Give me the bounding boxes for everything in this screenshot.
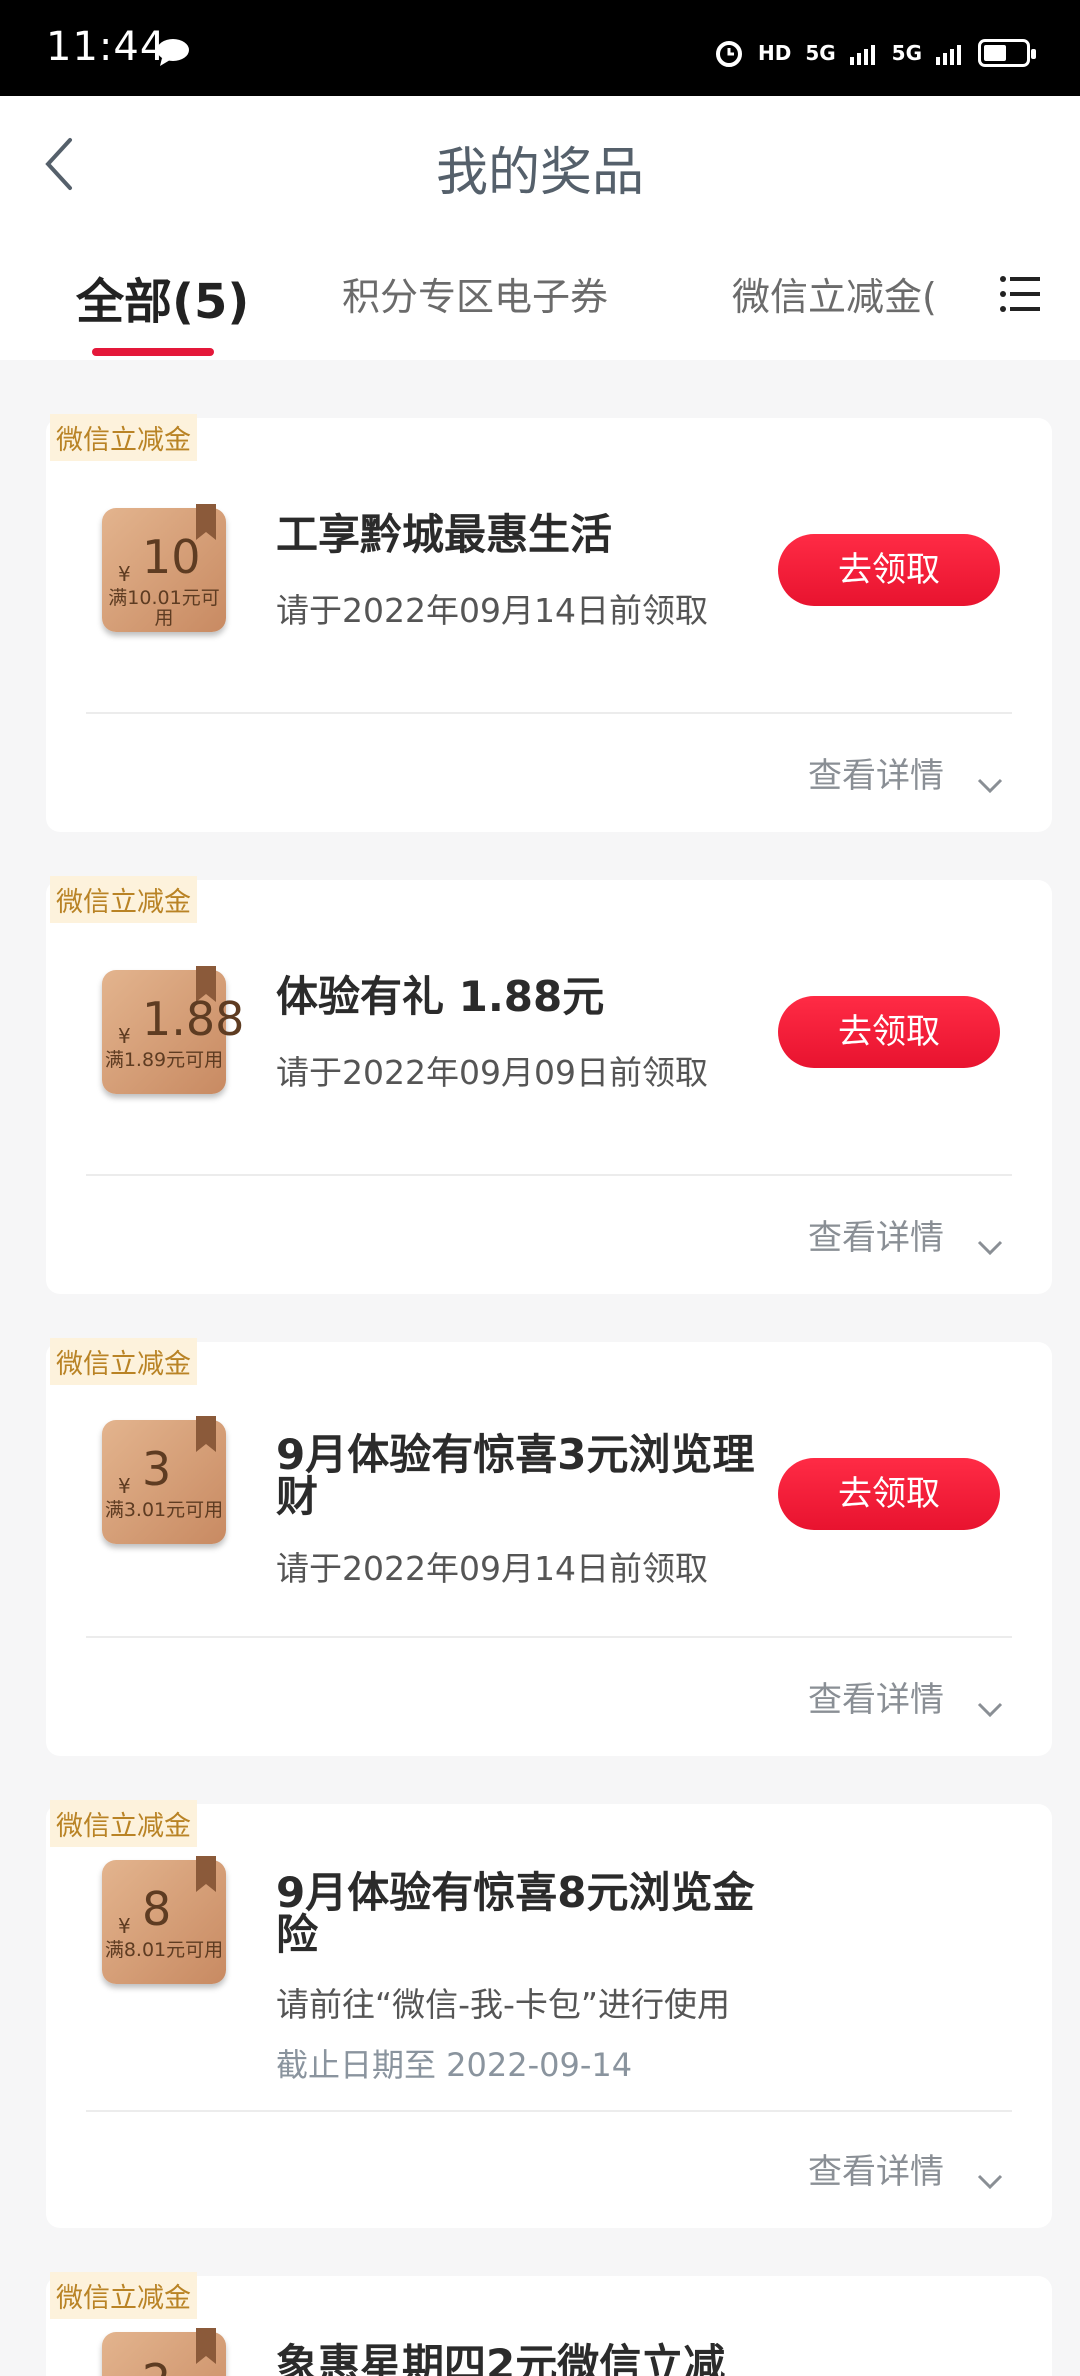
prize-card: 微信立减金 ¥ 1.88 满1.89元可用 体验有礼 1.88元 请于2022年…	[46, 876, 1052, 1294]
prize-title: 象惠星期四2元微信立减	[276, 2340, 726, 2376]
card-divider	[86, 1636, 1012, 1638]
tab-wechat-discount[interactable]: 微信立减金(	[732, 266, 938, 321]
coupon-condition: 满10.01元可用	[108, 587, 220, 629]
status-icons: HD 5G 5G	[714, 36, 1036, 70]
signal-5g-icon: 5G	[805, 41, 836, 65]
coupon-amount: 8	[142, 1882, 172, 1936]
chevron-down-icon[interactable]	[976, 2172, 1004, 2192]
alarm-icon	[715, 41, 742, 67]
category-tag: 微信立减金	[50, 1338, 197, 1385]
card-divider	[86, 712, 1012, 714]
prize-title: 体验有礼 1.88元	[276, 972, 605, 1021]
view-details-link[interactable]: 查看详情	[808, 1210, 944, 1259]
battery-icon	[978, 39, 1036, 67]
coupon-condition: 满3.01元可用	[104, 1499, 224, 1521]
view-details-link[interactable]: 查看详情	[808, 748, 944, 797]
claim-button[interactable]: 去领取	[778, 534, 1000, 606]
chevron-down-icon[interactable]	[976, 1238, 1004, 1258]
coupon-amount: 10	[142, 530, 201, 584]
active-tab-indicator	[92, 348, 214, 356]
coupon-amount: 3	[142, 1442, 172, 1496]
tab-points-coupons[interactable]: 积分专区电子券	[342, 266, 608, 321]
ribbon-icon	[196, 1416, 216, 1452]
status-bar: 11:44 HD 5G 5G	[0, 0, 1080, 96]
view-details-link[interactable]: 查看详情	[808, 1672, 944, 1721]
coupon-currency: ¥	[118, 562, 131, 586]
claim-button[interactable]: 去领取	[778, 1458, 1000, 1530]
prize-card: 微信立减金 ¥ 2 象惠星期四2元微信立减	[46, 2272, 1052, 2376]
tab-all[interactable]: 全部(5)	[76, 262, 249, 332]
coupon-amount: 2	[142, 2354, 171, 2376]
category-tag: 微信立减金	[50, 414, 197, 461]
ribbon-icon	[196, 2328, 216, 2364]
hd-icon: HD	[757, 41, 792, 65]
coupon-currency: ¥	[118, 1914, 131, 1938]
coupon-icon: ¥ 1.88 满1.89元可用	[102, 966, 244, 1094]
chat-bubble-icon	[157, 39, 189, 66]
coupon-icon: ¥ 8 满8.01元可用	[102, 1856, 226, 1984]
coupon-currency: ¥	[118, 1474, 131, 1498]
menu-list-icon[interactable]	[1000, 274, 1040, 314]
chevron-down-icon[interactable]	[976, 1700, 1004, 1720]
page-header: 我的奖品	[0, 96, 1080, 236]
prize-deadline: 请于2022年09月09日前领取	[276, 1053, 708, 1092]
page-title: 我的奖品	[435, 143, 644, 203]
card-divider	[86, 1174, 1012, 1176]
ribbon-icon	[196, 504, 216, 540]
ribbon-icon	[196, 1856, 216, 1892]
prize-deadline: 请于2022年09月14日前领取	[276, 1549, 708, 1588]
card-divider	[86, 2110, 1012, 2112]
prize-card: 微信立减金 ¥ 8 满8.01元可用 9月体验有惊喜8元浏览金险 请前往“微信-…	[46, 1800, 1052, 2228]
prize-title: 9月体验有惊喜3元浏览理财	[276, 1430, 755, 1521]
prize-expiry: 截止日期至 2022-09-14	[276, 2046, 633, 2084]
prize-usage-note: 请前往“微信-我-卡包”进行使用	[276, 1985, 731, 2024]
coupon-condition: 满1.89元可用	[104, 1049, 224, 1071]
coupon-condition: 满8.01元可用	[104, 1939, 224, 1961]
category-tag: 微信立减金	[50, 876, 197, 923]
category-tag: 微信立减金	[50, 1800, 197, 1847]
claim-button[interactable]: 去领取	[778, 996, 1000, 1068]
signal-5g-icon-2: 5G	[891, 41, 922, 65]
prize-title: 工享黔城最惠生活	[276, 510, 613, 559]
coupon-icon: ¥ 2	[102, 2328, 226, 2376]
coupon-icon: ¥ 10 满10.01元可用	[102, 504, 226, 632]
category-tag: 微信立减金	[50, 2272, 197, 2319]
view-details-link[interactable]: 查看详情	[808, 2144, 944, 2193]
signal-bars-icon	[849, 45, 875, 65]
prize-card: 微信立减金 ¥ 3 满3.01元可用 9月体验有惊喜3元浏览理财 请于2022年…	[46, 1338, 1052, 1756]
prize-card: 微信立减金 ¥ 10 满10.01元可用 工享黔城最惠生活 请于2022年09月…	[46, 414, 1052, 832]
tab-bar: 全部(5) 积分专区电子券 微信立减金(	[0, 236, 1080, 360]
prize-title: 9月体验有惊喜8元浏览金险	[276, 1868, 755, 1959]
coupon-currency: ¥	[118, 1024, 131, 1048]
prize-deadline: 请于2022年09月14日前领取	[276, 591, 708, 630]
chevron-down-icon[interactable]	[976, 776, 1004, 796]
coupon-icon: ¥ 3 满3.01元可用	[102, 1416, 226, 1544]
coupon-amount: 1.88	[142, 992, 245, 1046]
signal-bars-icon-2	[936, 45, 961, 65]
status-time: 11:44	[46, 24, 167, 70]
ribbon-icon	[196, 966, 216, 1002]
